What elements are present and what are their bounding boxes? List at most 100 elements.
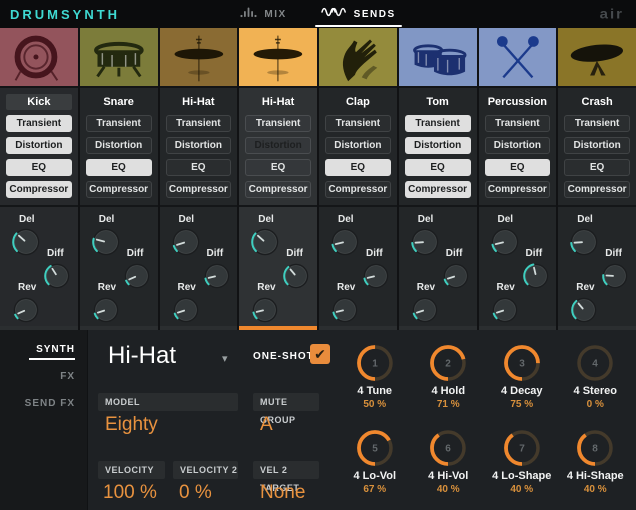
macro-knob-8[interactable]: 84 Hi-Shape40 % (559, 421, 633, 506)
tab-mix[interactable]: MIX (236, 0, 290, 28)
tab-sends[interactable]: SENDS (317, 0, 400, 28)
eq-button[interactable]: EQ (245, 159, 311, 176)
macro-knob-ring: 1 (354, 342, 396, 384)
rev-knob[interactable] (411, 296, 439, 329)
eq-button[interactable]: EQ (405, 159, 471, 176)
diff-knob[interactable] (43, 262, 71, 295)
pad-hi-hat[interactable] (239, 28, 317, 88)
rev-knob[interactable] (12, 296, 40, 329)
transient-button[interactable]: Transient (485, 115, 551, 132)
distortion-button[interactable]: Distortion (245, 137, 311, 154)
diff-knob[interactable] (282, 262, 310, 295)
svg-text:2: 2 (445, 359, 451, 370)
del-knob[interactable] (91, 227, 121, 262)
rev-knob[interactable] (92, 296, 120, 329)
distortion-button[interactable]: Distortion (325, 137, 391, 154)
transient-button[interactable]: Transient (325, 115, 391, 132)
sidebar-item-synth[interactable]: SYNTH (0, 344, 87, 355)
fx-button-stack: Transient Distortion EQ Compressor (239, 115, 317, 198)
del-knob[interactable] (410, 227, 440, 262)
diff-knob-label: Diff (127, 248, 144, 259)
sidebar-item-send-fx[interactable]: SEND FX (0, 398, 87, 409)
distortion-button[interactable]: Distortion (166, 137, 232, 154)
macro-knob-1[interactable]: 14 Tune50 % (338, 336, 412, 421)
distortion-button[interactable]: Distortion (6, 137, 72, 154)
macro-knob-4[interactable]: 44 Stereo0 % (559, 336, 633, 421)
pad-percussion[interactable] (479, 28, 557, 88)
eq-button[interactable]: EQ (564, 159, 630, 176)
distortion-button[interactable]: Distortion (405, 137, 471, 154)
pad-tom[interactable] (399, 28, 477, 88)
one-shot-checkbox[interactable]: ✔ (310, 344, 330, 364)
distortion-button[interactable]: Distortion (485, 137, 551, 154)
del-knob[interactable] (11, 227, 41, 262)
del-knob[interactable] (171, 227, 201, 262)
velocity-field-label: VELOCITY (98, 461, 165, 479)
velocity-value[interactable]: 100 % (103, 482, 157, 504)
compressor-button[interactable]: Compressor (166, 181, 232, 198)
del-knob-label: Del (258, 214, 274, 225)
eq-button[interactable]: EQ (485, 159, 551, 176)
transient-button[interactable]: Transient (166, 115, 232, 132)
macro-knob-2[interactable]: 24 Hold71 % (412, 336, 486, 421)
diff-knob-label: Diff (286, 248, 303, 259)
eq-button[interactable]: EQ (6, 159, 72, 176)
transient-button[interactable]: Transient (405, 115, 471, 132)
macro-knob-ring: 2 (427, 342, 469, 384)
rev-knob-label: Rev (98, 282, 116, 293)
vel2-target-value[interactable]: None (260, 482, 305, 504)
transient-button[interactable]: Transient (245, 115, 311, 132)
mute-group-value[interactable]: A (260, 414, 273, 436)
transient-button[interactable]: Transient (86, 115, 152, 132)
channel-name: Hi-Hat (245, 94, 311, 110)
pad-hi-hat[interactable] (160, 28, 238, 88)
rev-knob[interactable] (251, 296, 279, 329)
mix-meter-icon (240, 5, 257, 23)
distortion-button[interactable]: Distortion (564, 137, 630, 154)
one-shot-label: ONE-SHOT (253, 351, 314, 362)
sidebar-item-fx[interactable]: FX (0, 371, 87, 382)
del-knob[interactable] (250, 227, 280, 262)
rev-knob[interactable] (491, 296, 519, 329)
macro-knob-3[interactable]: 34 Decay75 % (485, 336, 559, 421)
pad-crash[interactable] (558, 28, 636, 88)
compressor-button[interactable]: Compressor (564, 181, 630, 198)
compressor-button[interactable]: Compressor (86, 181, 152, 198)
rev-knob-label: Rev (576, 282, 594, 293)
pad-clap[interactable] (319, 28, 397, 88)
channel-rack: Kick TransientDistortionEQCompressor Del… (0, 28, 636, 330)
macro-knob-5[interactable]: 54 Lo-Vol67 % (338, 421, 412, 506)
rev-knob[interactable] (570, 296, 598, 329)
diff-knob[interactable] (362, 262, 390, 295)
rev-knob[interactable] (172, 296, 200, 329)
rev-knob[interactable] (331, 296, 359, 329)
model-value[interactable]: Eighty (105, 414, 158, 436)
diff-knob[interactable] (203, 262, 231, 295)
compressor-button[interactable]: Compressor (325, 181, 391, 198)
transient-button[interactable]: Transient (564, 115, 630, 132)
macro-knob-7[interactable]: 74 Lo-Shape40 % (485, 421, 559, 506)
chevron-down-icon[interactable]: ▾ (222, 352, 228, 365)
diff-knob[interactable] (442, 262, 470, 295)
transient-button[interactable]: Transient (6, 115, 72, 132)
velocity2-value[interactable]: 0 % (179, 482, 212, 504)
del-knob[interactable] (569, 227, 599, 262)
eq-button[interactable]: EQ (86, 159, 152, 176)
eq-button[interactable]: EQ (166, 159, 232, 176)
distortion-button[interactable]: Distortion (86, 137, 152, 154)
compressor-button[interactable]: Compressor (485, 181, 551, 198)
del-knob[interactable] (330, 227, 360, 262)
eq-button[interactable]: EQ (325, 159, 391, 176)
compressor-button[interactable]: Compressor (405, 181, 471, 198)
pad-snare[interactable] (80, 28, 158, 88)
pad-name-select[interactable]: Hi-Hat (108, 342, 176, 370)
compressor-button[interactable]: Compressor (6, 181, 72, 198)
del-knob[interactable] (490, 227, 520, 262)
diff-knob[interactable] (601, 262, 629, 295)
diff-knob[interactable] (123, 262, 151, 295)
macro-knob-6[interactable]: 64 Hi-Vol40 % (412, 421, 486, 506)
fx-button-stack: Transient Distortion EQ Compressor (558, 115, 636, 198)
diff-knob[interactable] (522, 262, 550, 295)
compressor-button[interactable]: Compressor (245, 181, 311, 198)
pad-kick[interactable] (0, 28, 78, 88)
